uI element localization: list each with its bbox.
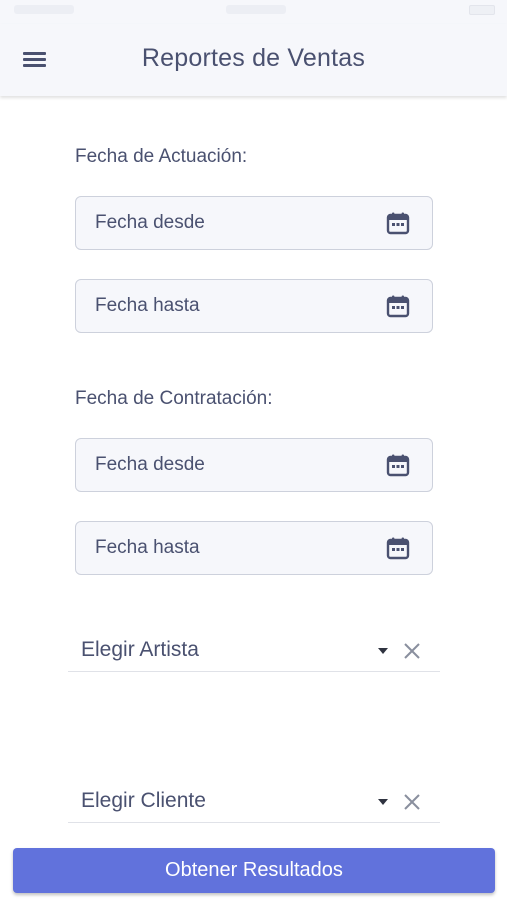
caret-down-icon[interactable] [378,648,388,654]
date-from-placeholder: Fecha desde [95,454,205,475]
artist-select-label: Elegir Artista [81,638,199,661]
actuacion-date-from-field[interactable]: Fecha desde [75,196,433,250]
status-bar [0,0,507,24]
artist-select[interactable]: Elegir Artista [68,632,440,672]
client-select[interactable]: Elegir Cliente [68,783,440,823]
calendar-icon[interactable] [386,211,410,235]
client-select-label: Elegir Cliente [81,789,206,812]
get-results-button[interactable]: Obtener Resultados [13,848,495,893]
caret-down-icon[interactable] [378,799,388,805]
app-bar: Reportes de Ventas [0,24,507,96]
date-to-placeholder: Fecha hasta [95,295,200,316]
page-title: Reportes de Ventas [141,44,366,72]
calendar-icon[interactable] [386,536,410,560]
calendar-icon[interactable] [386,453,410,477]
date-to-placeholder: Fecha hasta [95,537,200,558]
contratacion-date-from-field[interactable]: Fecha desde [75,438,433,492]
section-label-actuacion: Fecha de Actuación: [75,146,248,167]
calendar-icon[interactable] [386,294,410,318]
section-label-contratacion: Fecha de Contratación: [75,388,273,409]
carrier-signal [14,5,74,14]
date-from-placeholder: Fecha desde [95,212,205,233]
status-time [226,5,286,14]
close-icon[interactable] [402,792,422,812]
contratacion-date-to-field[interactable]: Fecha hasta [75,521,433,575]
close-icon[interactable] [402,641,422,661]
actuacion-date-to-field[interactable]: Fecha hasta [75,279,433,333]
battery-icon [469,5,495,15]
